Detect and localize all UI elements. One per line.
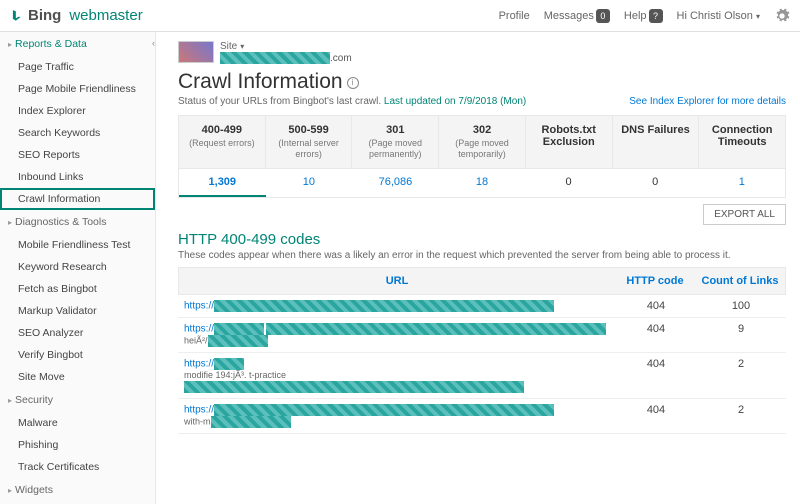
sidebar-section-diagnostics[interactable]: ▸Diagnostics & Tools xyxy=(0,210,155,234)
tab-301[interactable]: 76,086 xyxy=(352,169,439,197)
webmaster-text: webmaster xyxy=(69,7,142,24)
col-count[interactable]: Count of Links xyxy=(695,275,785,287)
sidebar-item-mobile-test[interactable]: Mobile Friendliness Test xyxy=(0,234,155,256)
table-row[interactable]: https://heiÃ²/ 404 9 xyxy=(178,318,786,353)
tab-timeout[interactable]: 1 xyxy=(698,169,785,197)
sidebar-item-search-keywords[interactable]: Search Keywords xyxy=(0,122,155,144)
gear-icon[interactable] xyxy=(774,8,790,24)
sidebar-item-seo-reports[interactable]: SEO Reports xyxy=(0,144,155,166)
stats-header: 400-499(Request errors) 500-599(Internal… xyxy=(178,115,786,169)
sidebar-item-crawl-information[interactable]: Crawl Information xyxy=(0,188,155,210)
index-explorer-link[interactable]: See Index Explorer for more details xyxy=(629,96,786,107)
site-thumbnail xyxy=(178,41,214,63)
stats-values: 1,309 10 76,086 18 0 0 1 xyxy=(178,169,786,198)
table-row[interactable]: https://with-m 404 2 xyxy=(178,399,786,434)
bing-logo-icon xyxy=(10,9,24,23)
export-all-button[interactable]: EXPORT ALL xyxy=(703,204,786,225)
last-updated: Last updated on 7/9/2018 (Mon) xyxy=(384,96,526,107)
section-title: HTTP 400-499 codes xyxy=(178,231,786,248)
sidebar-item-keyword-research[interactable]: Keyword Research xyxy=(0,256,155,278)
sidebar-item-page-traffic[interactable]: Page Traffic xyxy=(0,56,155,78)
sidebar-section-reports[interactable]: ▸Reports & Data xyxy=(0,32,155,56)
help-badge: ? xyxy=(649,9,663,23)
stat-dns: DNS Failures xyxy=(613,116,700,168)
redacted-domain xyxy=(220,52,330,64)
tab-500[interactable]: 10 xyxy=(266,169,353,197)
stat-400: 400-499(Request errors) xyxy=(179,116,266,168)
page-subtitle: Status of your URLs from Bingbot's last … xyxy=(178,96,786,107)
sidebar-item-mobile-friendliness[interactable]: Page Mobile Friendliness xyxy=(0,78,155,100)
table-row[interactable]: https:// 404 100 xyxy=(178,295,786,318)
sidebar-item-track-certificates[interactable]: Track Certificates xyxy=(0,456,155,478)
sidebar-section-security[interactable]: ▸Security xyxy=(0,388,155,412)
sidebar-item-verify-bingbot[interactable]: Verify Bingbot xyxy=(0,344,155,366)
sidebar-item-malware[interactable]: Malware xyxy=(0,412,155,434)
page-title: Crawl Informationi xyxy=(178,70,786,94)
info-icon[interactable]: i xyxy=(347,77,359,89)
top-bar: Bing webmaster Profile Messages0 Help? H… xyxy=(0,0,800,32)
stat-301: 301(Page moved permanently) xyxy=(352,116,439,168)
main-content: Site ▾ .com Crawl Informationi Status of… xyxy=(156,32,800,504)
nav-help[interactable]: Help? xyxy=(624,9,663,23)
sidebar-item-site-move[interactable]: Site Move xyxy=(0,366,155,388)
sidebar-item-markup-validator[interactable]: Markup Validator xyxy=(0,300,155,322)
nav-messages[interactable]: Messages0 xyxy=(544,9,610,23)
table-row[interactable]: https://modifie 194:jÃ³. t-practice 404 … xyxy=(178,353,786,399)
tab-400[interactable]: 1,309 xyxy=(179,169,266,197)
sidebar-section-widgets[interactable]: ▸Widgets xyxy=(0,478,155,502)
sidebar: ‹ ▸Reports & Data Page Traffic Page Mobi… xyxy=(0,32,156,504)
nav-user[interactable]: Hi Christi Olson ▾ xyxy=(677,10,760,22)
collapse-icon[interactable]: ‹ xyxy=(152,38,155,48)
tab-robots[interactable]: 0 xyxy=(525,169,612,197)
tab-302[interactable]: 18 xyxy=(439,169,526,197)
section-description: These codes appear when there was a like… xyxy=(178,250,786,261)
nav-profile[interactable]: Profile xyxy=(499,10,530,22)
col-url[interactable]: URL xyxy=(179,275,615,287)
stat-302: 302(Page moved temporarily) xyxy=(439,116,526,168)
top-nav: Profile Messages0 Help? Hi Christi Olson… xyxy=(499,8,790,24)
col-code[interactable]: HTTP code xyxy=(615,275,695,287)
bing-text: Bing xyxy=(28,7,61,24)
table-header: URL HTTP code Count of Links xyxy=(178,267,786,295)
messages-badge: 0 xyxy=(596,9,610,23)
sidebar-item-fetch-bingbot[interactable]: Fetch as Bingbot xyxy=(0,278,155,300)
sidebar-item-seo-analyzer[interactable]: SEO Analyzer xyxy=(0,322,155,344)
sidebar-item-index-explorer[interactable]: Index Explorer xyxy=(0,100,155,122)
sidebar-item-inbound-links[interactable]: Inbound Links xyxy=(0,166,155,188)
stat-timeout: Connection Timeouts xyxy=(699,116,785,168)
stat-robots: Robots.txt Exclusion xyxy=(526,116,613,168)
redacted-url xyxy=(214,300,554,312)
logo[interactable]: Bing webmaster xyxy=(10,7,143,24)
chevron-down-icon: ▾ xyxy=(240,42,244,51)
stat-500: 500-599(Internal server errors) xyxy=(266,116,353,168)
site-selector[interactable]: Site ▾ .com xyxy=(178,40,786,64)
sidebar-item-phishing[interactable]: Phishing xyxy=(0,434,155,456)
tab-dns[interactable]: 0 xyxy=(612,169,699,197)
